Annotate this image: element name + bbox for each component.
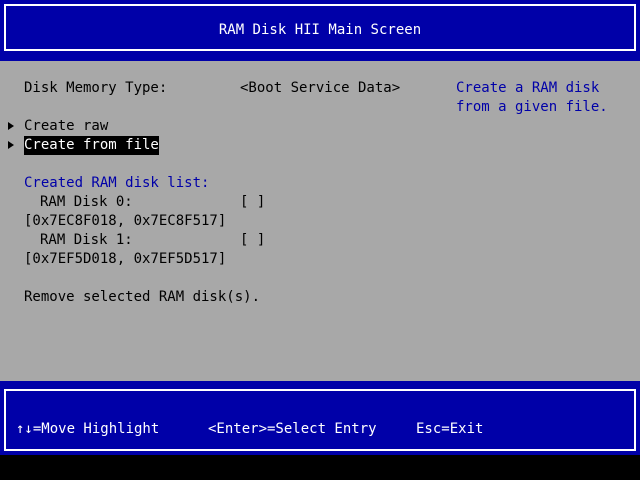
menu-item-create-raw[interactable]: Create raw [24, 117, 108, 136]
ram-disk-1-checkbox[interactable]: [ ] [240, 231, 265, 250]
ram-disk-0-checkbox[interactable]: [ ] [240, 193, 265, 212]
ram-disk-list-heading: Created RAM disk list: [24, 175, 210, 191]
hint-exit: Esc=Exit [416, 421, 484, 437]
title-bar: RAM Disk HII Main Screen [0, 0, 640, 61]
help-text-line-1: Create a RAM disk [456, 80, 600, 96]
memory-type-select[interactable]: <Boot Service Data> [240, 79, 400, 98]
memory-type-label: Disk Memory Type: [24, 80, 168, 96]
help-text-line-2: from a given file. [456, 99, 608, 115]
remove-selected-disks-action[interactable]: Remove selected RAM disk(s). [24, 288, 260, 307]
menu-item-create-from-file[interactable]: Create from file [24, 136, 159, 155]
main-panel: Disk Memory Type: <Boot Service Data> Cr… [0, 61, 640, 381]
page-title: RAM Disk HII Main Screen [218, 22, 422, 38]
submenu-arrow-icon [8, 122, 14, 130]
ram-disk-0-range: [0x7EC8F018, 0x7EC8F517] [24, 213, 227, 229]
ram-disk-1-label: RAM Disk 1: [40, 232, 133, 248]
footer-bar: ↑↓=Move Highlight <Enter>=Select Entry E… [0, 381, 640, 455]
hint-move-highlight: ↑↓=Move Highlight [16, 421, 160, 437]
ram-disk-1-range: [0x7EF5D018, 0x7EF5D517] [24, 251, 227, 267]
hint-select-entry: <Enter>=Select Entry [208, 421, 377, 437]
ram-disk-0-label: RAM Disk 0: [40, 194, 133, 210]
submenu-arrow-icon [8, 141, 14, 149]
